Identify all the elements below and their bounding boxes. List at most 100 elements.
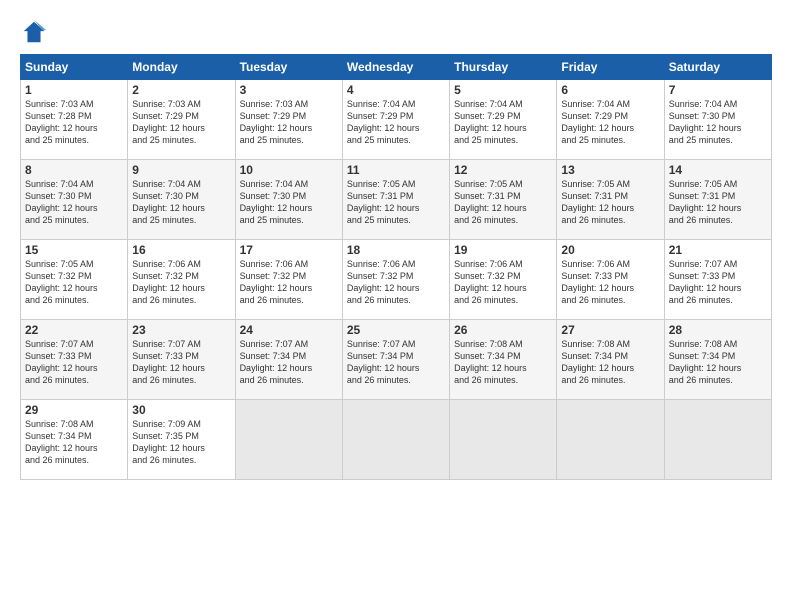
logo <box>20 18 52 46</box>
day-info: Sunrise: 7:05 AM Sunset: 7:31 PM Dayligh… <box>669 178 767 227</box>
day-cell: 20Sunrise: 7:06 AM Sunset: 7:33 PM Dayli… <box>557 240 664 320</box>
day-cell: 18Sunrise: 7:06 AM Sunset: 7:32 PM Dayli… <box>342 240 449 320</box>
day-number: 7 <box>669 83 767 97</box>
day-number: 9 <box>132 163 230 177</box>
day-info: Sunrise: 7:04 AM Sunset: 7:30 PM Dayligh… <box>132 178 230 227</box>
day-number: 26 <box>454 323 552 337</box>
day-info: Sunrise: 7:04 AM Sunset: 7:30 PM Dayligh… <box>669 98 767 147</box>
day-number: 5 <box>454 83 552 97</box>
day-cell: 25Sunrise: 7:07 AM Sunset: 7:34 PM Dayli… <box>342 320 449 400</box>
day-cell: 8Sunrise: 7:04 AM Sunset: 7:30 PM Daylig… <box>21 160 128 240</box>
header-cell-thursday: Thursday <box>450 55 557 80</box>
day-number: 2 <box>132 83 230 97</box>
day-info: Sunrise: 7:06 AM Sunset: 7:32 PM Dayligh… <box>347 258 445 307</box>
day-cell: 24Sunrise: 7:07 AM Sunset: 7:34 PM Dayli… <box>235 320 342 400</box>
day-cell: 26Sunrise: 7:08 AM Sunset: 7:34 PM Dayli… <box>450 320 557 400</box>
day-cell: 23Sunrise: 7:07 AM Sunset: 7:33 PM Dayli… <box>128 320 235 400</box>
day-info: Sunrise: 7:04 AM Sunset: 7:29 PM Dayligh… <box>454 98 552 147</box>
day-number: 18 <box>347 243 445 257</box>
header-cell-sunday: Sunday <box>21 55 128 80</box>
logo-icon <box>20 18 48 46</box>
day-number: 1 <box>25 83 123 97</box>
day-info: Sunrise: 7:03 AM Sunset: 7:28 PM Dayligh… <box>25 98 123 147</box>
day-info: Sunrise: 7:07 AM Sunset: 7:34 PM Dayligh… <box>240 338 338 387</box>
header <box>20 18 772 46</box>
day-info: Sunrise: 7:07 AM Sunset: 7:34 PM Dayligh… <box>347 338 445 387</box>
day-number: 20 <box>561 243 659 257</box>
day-info: Sunrise: 7:07 AM Sunset: 7:33 PM Dayligh… <box>25 338 123 387</box>
day-cell: 16Sunrise: 7:06 AM Sunset: 7:32 PM Dayli… <box>128 240 235 320</box>
header-cell-friday: Friday <box>557 55 664 80</box>
day-info: Sunrise: 7:05 AM Sunset: 7:31 PM Dayligh… <box>454 178 552 227</box>
day-cell: 1Sunrise: 7:03 AM Sunset: 7:28 PM Daylig… <box>21 80 128 160</box>
calendar-table: SundayMondayTuesdayWednesdayThursdayFrid… <box>20 54 772 480</box>
day-number: 29 <box>25 403 123 417</box>
day-cell: 30Sunrise: 7:09 AM Sunset: 7:35 PM Dayli… <box>128 400 235 480</box>
week-row-3: 15Sunrise: 7:05 AM Sunset: 7:32 PM Dayli… <box>21 240 772 320</box>
day-cell: 28Sunrise: 7:08 AM Sunset: 7:34 PM Dayli… <box>664 320 771 400</box>
day-number: 25 <box>347 323 445 337</box>
day-info: Sunrise: 7:08 AM Sunset: 7:34 PM Dayligh… <box>25 418 123 467</box>
day-cell <box>450 400 557 480</box>
day-cell: 21Sunrise: 7:07 AM Sunset: 7:33 PM Dayli… <box>664 240 771 320</box>
day-cell: 9Sunrise: 7:04 AM Sunset: 7:30 PM Daylig… <box>128 160 235 240</box>
day-cell: 29Sunrise: 7:08 AM Sunset: 7:34 PM Dayli… <box>21 400 128 480</box>
day-cell: 14Sunrise: 7:05 AM Sunset: 7:31 PM Dayli… <box>664 160 771 240</box>
day-number: 12 <box>454 163 552 177</box>
day-info: Sunrise: 7:04 AM Sunset: 7:30 PM Dayligh… <box>25 178 123 227</box>
day-info: Sunrise: 7:04 AM Sunset: 7:29 PM Dayligh… <box>561 98 659 147</box>
day-info: Sunrise: 7:09 AM Sunset: 7:35 PM Dayligh… <box>132 418 230 467</box>
day-cell: 15Sunrise: 7:05 AM Sunset: 7:32 PM Dayli… <box>21 240 128 320</box>
day-number: 28 <box>669 323 767 337</box>
day-info: Sunrise: 7:04 AM Sunset: 7:30 PM Dayligh… <box>240 178 338 227</box>
day-number: 21 <box>669 243 767 257</box>
day-number: 11 <box>347 163 445 177</box>
day-info: Sunrise: 7:06 AM Sunset: 7:32 PM Dayligh… <box>132 258 230 307</box>
day-number: 17 <box>240 243 338 257</box>
week-row-4: 22Sunrise: 7:07 AM Sunset: 7:33 PM Dayli… <box>21 320 772 400</box>
day-info: Sunrise: 7:05 AM Sunset: 7:31 PM Dayligh… <box>561 178 659 227</box>
day-cell <box>342 400 449 480</box>
day-cell: 17Sunrise: 7:06 AM Sunset: 7:32 PM Dayli… <box>235 240 342 320</box>
header-cell-monday: Monday <box>128 55 235 80</box>
day-cell <box>664 400 771 480</box>
day-number: 24 <box>240 323 338 337</box>
day-info: Sunrise: 7:08 AM Sunset: 7:34 PM Dayligh… <box>669 338 767 387</box>
day-cell: 6Sunrise: 7:04 AM Sunset: 7:29 PM Daylig… <box>557 80 664 160</box>
day-cell: 2Sunrise: 7:03 AM Sunset: 7:29 PM Daylig… <box>128 80 235 160</box>
day-cell: 19Sunrise: 7:06 AM Sunset: 7:32 PM Dayli… <box>450 240 557 320</box>
week-row-5: 29Sunrise: 7:08 AM Sunset: 7:34 PM Dayli… <box>21 400 772 480</box>
day-number: 30 <box>132 403 230 417</box>
day-info: Sunrise: 7:08 AM Sunset: 7:34 PM Dayligh… <box>454 338 552 387</box>
day-info: Sunrise: 7:03 AM Sunset: 7:29 PM Dayligh… <box>240 98 338 147</box>
day-info: Sunrise: 7:08 AM Sunset: 7:34 PM Dayligh… <box>561 338 659 387</box>
day-cell: 11Sunrise: 7:05 AM Sunset: 7:31 PM Dayli… <box>342 160 449 240</box>
header-cell-tuesday: Tuesday <box>235 55 342 80</box>
day-info: Sunrise: 7:07 AM Sunset: 7:33 PM Dayligh… <box>669 258 767 307</box>
day-cell: 4Sunrise: 7:04 AM Sunset: 7:29 PM Daylig… <box>342 80 449 160</box>
day-cell: 27Sunrise: 7:08 AM Sunset: 7:34 PM Dayli… <box>557 320 664 400</box>
day-cell <box>557 400 664 480</box>
day-cell: 13Sunrise: 7:05 AM Sunset: 7:31 PM Dayli… <box>557 160 664 240</box>
day-number: 6 <box>561 83 659 97</box>
day-info: Sunrise: 7:04 AM Sunset: 7:29 PM Dayligh… <box>347 98 445 147</box>
day-number: 8 <box>25 163 123 177</box>
day-info: Sunrise: 7:05 AM Sunset: 7:31 PM Dayligh… <box>347 178 445 227</box>
day-cell: 7Sunrise: 7:04 AM Sunset: 7:30 PM Daylig… <box>664 80 771 160</box>
day-info: Sunrise: 7:07 AM Sunset: 7:33 PM Dayligh… <box>132 338 230 387</box>
day-number: 13 <box>561 163 659 177</box>
day-number: 16 <box>132 243 230 257</box>
day-number: 14 <box>669 163 767 177</box>
day-info: Sunrise: 7:06 AM Sunset: 7:33 PM Dayligh… <box>561 258 659 307</box>
day-number: 10 <box>240 163 338 177</box>
header-cell-saturday: Saturday <box>664 55 771 80</box>
day-cell: 22Sunrise: 7:07 AM Sunset: 7:33 PM Dayli… <box>21 320 128 400</box>
day-number: 3 <box>240 83 338 97</box>
day-number: 4 <box>347 83 445 97</box>
header-cell-wednesday: Wednesday <box>342 55 449 80</box>
day-cell: 3Sunrise: 7:03 AM Sunset: 7:29 PM Daylig… <box>235 80 342 160</box>
day-number: 22 <box>25 323 123 337</box>
day-number: 19 <box>454 243 552 257</box>
week-row-1: 1Sunrise: 7:03 AM Sunset: 7:28 PM Daylig… <box>21 80 772 160</box>
day-info: Sunrise: 7:06 AM Sunset: 7:32 PM Dayligh… <box>454 258 552 307</box>
